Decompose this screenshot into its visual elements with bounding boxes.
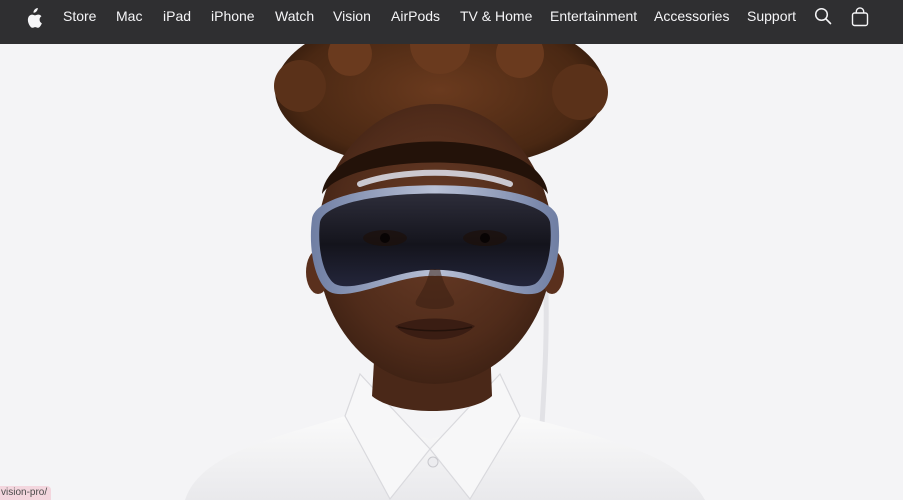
status-bar-url: vision-pro/	[0, 486, 52, 500]
global-nav: Store Mac iPad iPhone Watch Vision AirPo…	[0, 0, 903, 44]
nav-airpods[interactable]: AirPods	[391, 0, 440, 33]
nav-watch[interactable]: Watch	[275, 0, 314, 33]
shopping-bag-icon[interactable]	[851, 7, 869, 27]
nav-iphone[interactable]: iPhone	[211, 0, 255, 33]
nav-entertainment[interactable]: Entertainment	[550, 0, 637, 33]
hero-image[interactable]	[0, 44, 903, 500]
hero-section	[0, 44, 903, 500]
nav-ipad[interactable]: iPad	[163, 0, 191, 33]
nav-tv-home[interactable]: TV & Home	[460, 0, 532, 33]
nav-mac[interactable]: Mac	[116, 0, 142, 33]
nav-accessories[interactable]: Accessories	[654, 0, 729, 33]
nav-support[interactable]: Support	[747, 0, 796, 33]
nav-vision[interactable]: Vision	[333, 0, 371, 33]
apple-logo-icon[interactable]	[23, 8, 43, 30]
search-icon[interactable]	[814, 7, 832, 25]
nav-store[interactable]: Store	[63, 0, 96, 33]
